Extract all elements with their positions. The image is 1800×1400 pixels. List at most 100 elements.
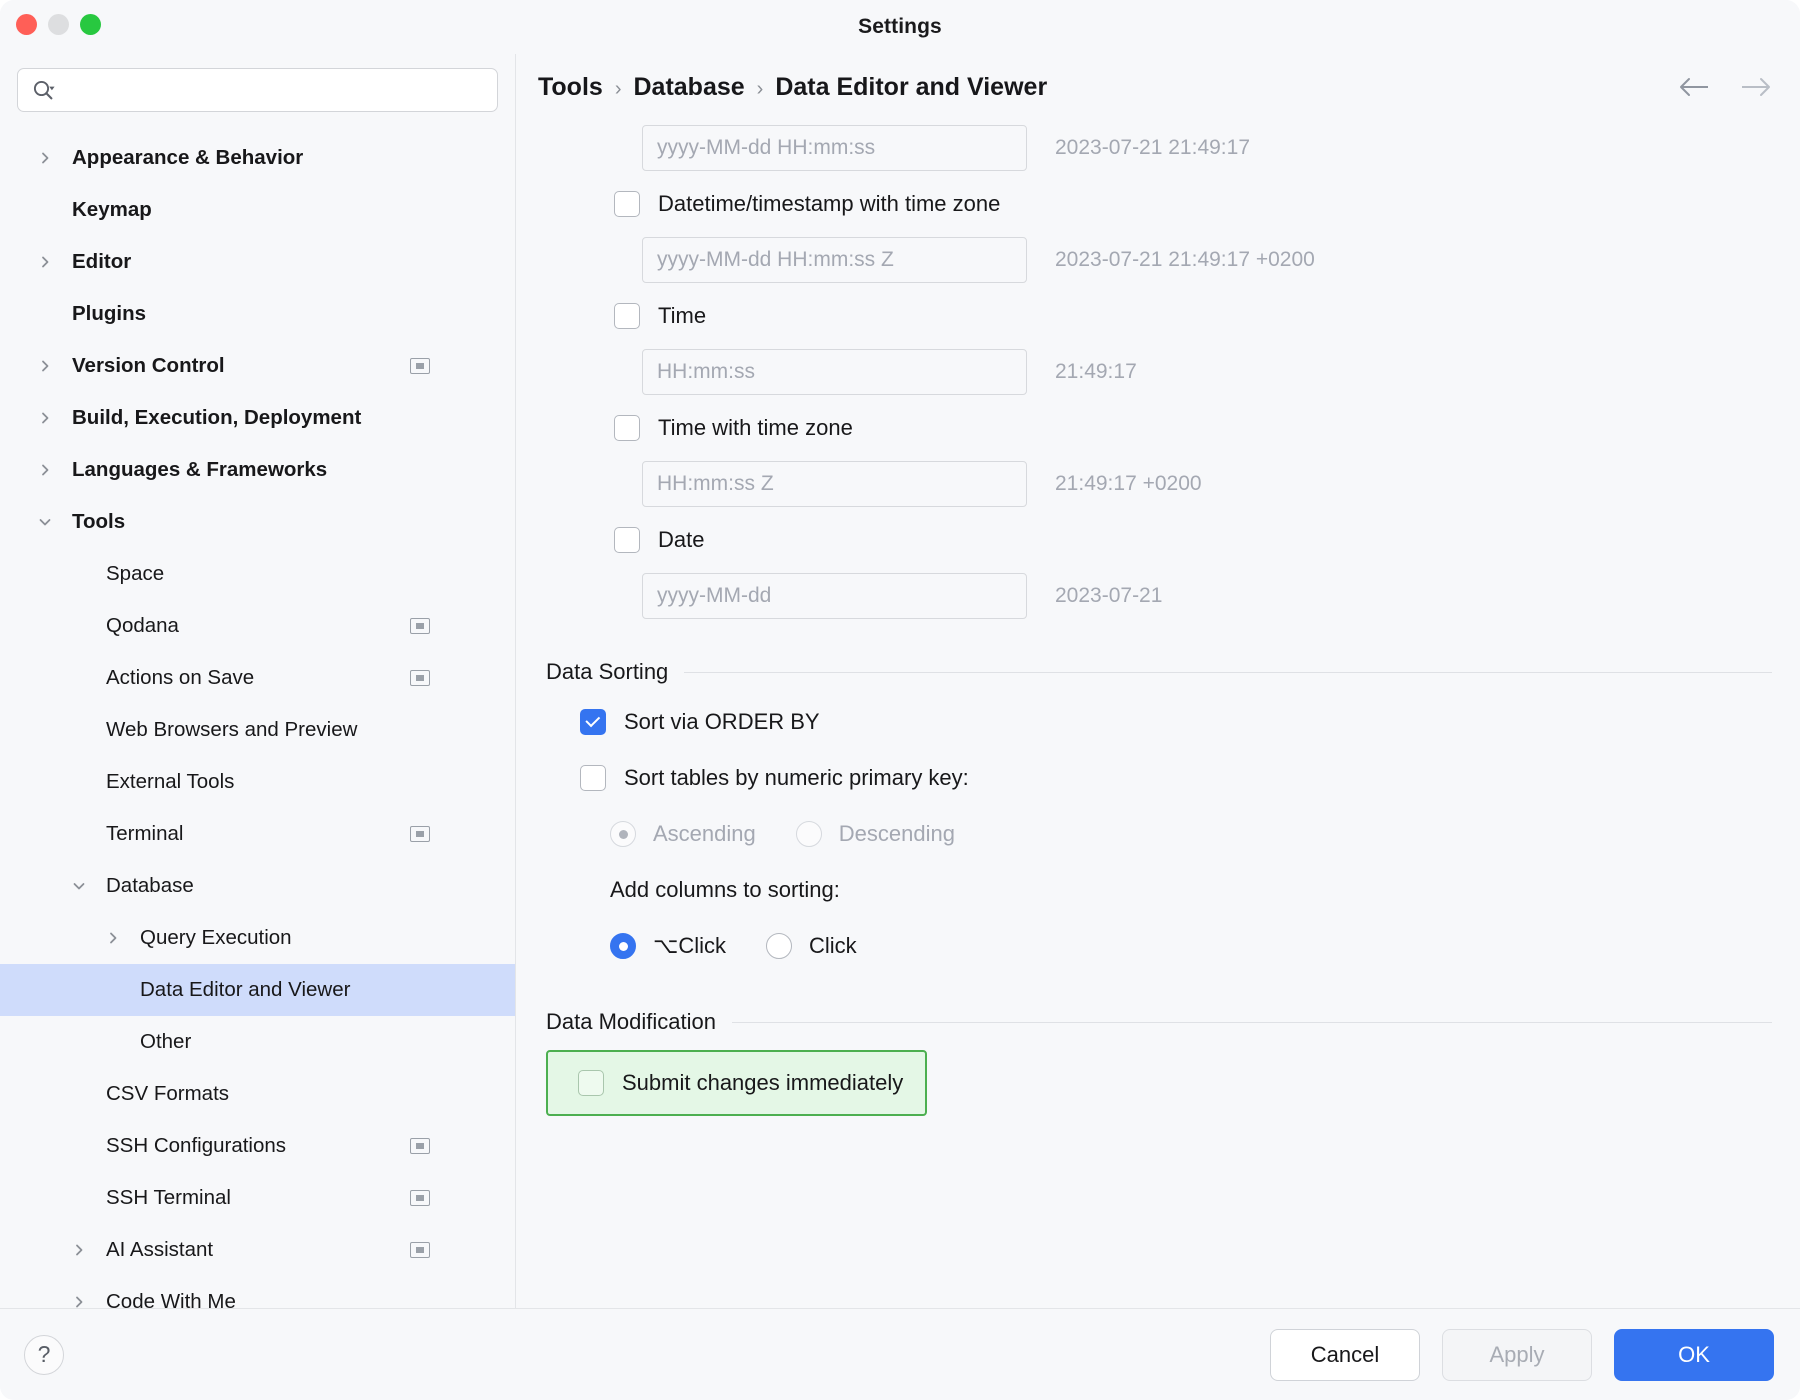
zoom-window-button[interactable]	[80, 14, 101, 35]
time-format-input[interactable]	[657, 360, 1012, 384]
sidebar-item-external-tools[interactable]: External Tools	[0, 756, 515, 808]
checkbox-icon[interactable]	[580, 765, 606, 791]
checkbox-icon[interactable]	[614, 415, 640, 441]
datetime-format-box[interactable]	[642, 125, 1027, 171]
chevron-right-icon[interactable]	[68, 1239, 90, 1261]
sidebar-item-code-with-me[interactable]: Code With Me	[0, 1276, 515, 1308]
sidebar-item-label: Plugins	[72, 302, 146, 326]
project-scope-icon	[410, 1242, 430, 1258]
sidebar-item-appearance-behavior[interactable]: Appearance & Behavior	[0, 132, 515, 184]
sidebar-item-data-editor-and-viewer[interactable]: Data Editor and Viewer	[0, 964, 515, 1016]
checkbox-datetime-with-tz[interactable]: Datetime/timestamp with time zone	[538, 176, 1772, 232]
search-container	[0, 54, 515, 130]
project-scope-icon	[410, 826, 430, 842]
navigation-arrows	[1678, 76, 1772, 98]
arrow-right-icon[interactable]	[1738, 76, 1772, 98]
radio-icon[interactable]	[766, 933, 792, 959]
chevron-right-icon[interactable]	[34, 407, 56, 429]
checkbox-icon[interactable]	[578, 1070, 604, 1096]
checkbox-icon[interactable]	[580, 709, 606, 735]
sidebar-item-ssh-terminal[interactable]: SSH Terminal	[0, 1172, 515, 1224]
section-title: Data Modification	[546, 1009, 716, 1035]
datetime-tz-format-box[interactable]	[642, 237, 1027, 283]
chevron-right-icon[interactable]	[34, 459, 56, 481]
date-format-input[interactable]	[657, 584, 1012, 608]
chevron-down-icon[interactable]	[34, 511, 56, 533]
checkbox-icon[interactable]	[614, 191, 640, 217]
sidebar-item-languages-frameworks[interactable]: Languages & Frameworks	[0, 444, 515, 496]
checkbox-time[interactable]: Time	[538, 288, 1772, 344]
radio-icon[interactable]	[796, 821, 822, 847]
sidebar-item-actions-on-save[interactable]: Actions on Save	[0, 652, 515, 704]
time-format-row: 21:49:17	[538, 344, 1772, 400]
date-format-box[interactable]	[642, 573, 1027, 619]
checkbox-label: Datetime/timestamp with time zone	[658, 191, 1000, 217]
sidebar-item-database[interactable]: Database	[0, 860, 515, 912]
radio-icon[interactable]	[610, 821, 636, 847]
sidebar-item-web-browsers-and-preview[interactable]: Web Browsers and Preview	[0, 704, 515, 756]
sidebar-item-label: Languages & Frameworks	[72, 458, 327, 482]
checkbox-sort-via-order-by[interactable]: Sort via ORDER BY	[538, 694, 1772, 750]
sidebar-item-label: AI Assistant	[106, 1238, 213, 1262]
sidebar-item-ssh-configurations[interactable]: SSH Configurations	[0, 1120, 515, 1172]
radio-alt-click[interactable]: ⌥Click	[610, 933, 726, 959]
settings-content: 2023-07-21 21:49:17 Datetime/timestamp w…	[516, 120, 1800, 1308]
project-scope-icon	[410, 1138, 430, 1154]
sidebar-item-csv-formats[interactable]: CSV Formats	[0, 1068, 515, 1120]
close-window-button[interactable]	[16, 14, 37, 35]
time-tz-format-sample: 21:49:17 +0200	[1055, 472, 1202, 496]
time-tz-format-input[interactable]	[657, 472, 1012, 496]
chevron-right-icon[interactable]	[34, 355, 56, 377]
cancel-button[interactable]: Cancel	[1270, 1329, 1420, 1381]
time-format-sample: 21:49:17	[1055, 360, 1137, 384]
radio-label: Ascending	[653, 821, 756, 847]
radio-icon[interactable]	[610, 933, 636, 959]
checkbox-sort-by-numeric-pk[interactable]: Sort tables by numeric primary key:	[538, 750, 1772, 806]
breadcrumb-item-0[interactable]: Tools	[538, 73, 603, 102]
sidebar-item-label: External Tools	[106, 770, 234, 794]
sidebar-item-label: Space	[106, 562, 164, 586]
search-box[interactable]	[17, 68, 498, 112]
chevron-right-icon[interactable]	[34, 147, 56, 169]
time-format-box[interactable]	[642, 349, 1027, 395]
minimize-window-button[interactable]	[48, 14, 69, 35]
apply-button[interactable]: Apply	[1442, 1329, 1592, 1381]
sidebar-item-terminal[interactable]: Terminal	[0, 808, 515, 860]
checkbox-icon[interactable]	[614, 303, 640, 329]
chevron-right-icon[interactable]	[102, 927, 124, 949]
sidebar-item-query-execution[interactable]: Query Execution	[0, 912, 515, 964]
question-mark-icon[interactable]: ?	[24, 1335, 64, 1375]
settings-window: Settings Appearance & BehaviorKeymapEd	[0, 0, 1800, 1400]
datetime-tz-format-input[interactable]	[657, 248, 1012, 272]
sidebar-item-ai-assistant[interactable]: AI Assistant	[0, 1224, 515, 1276]
arrow-left-icon[interactable]	[1678, 76, 1712, 98]
sidebar-item-tools[interactable]: Tools	[0, 496, 515, 548]
chevron-right-icon[interactable]	[34, 251, 56, 273]
search-input[interactable]	[56, 80, 497, 101]
datetime-format-input[interactable]	[657, 136, 1012, 160]
sidebar-item-qodana[interactable]: Qodana	[0, 600, 515, 652]
sidebar-item-label: CSV Formats	[106, 1082, 229, 1106]
ok-button[interactable]: OK	[1614, 1329, 1774, 1381]
sidebar-item-other[interactable]: Other	[0, 1016, 515, 1068]
checkbox-submit-changes-immediately[interactable]: Submit changes immediately	[546, 1050, 927, 1116]
radio-click[interactable]: Click	[766, 933, 857, 959]
chevron-right-icon[interactable]	[68, 1291, 90, 1308]
breadcrumb-item-1[interactable]: Database	[633, 73, 744, 102]
sidebar-item-build-execution-deployment[interactable]: Build, Execution, Deployment	[0, 392, 515, 444]
checkbox-icon[interactable]	[614, 527, 640, 553]
breadcrumb-separator: ›	[757, 78, 764, 101]
sidebar-item-space[interactable]: Space	[0, 548, 515, 600]
sidebar-item-plugins[interactable]: Plugins	[0, 288, 515, 340]
sidebar-item-keymap[interactable]: Keymap	[0, 184, 515, 236]
time-tz-format-box[interactable]	[642, 461, 1027, 507]
checkbox-time-with-tz[interactable]: Time with time zone	[538, 400, 1772, 456]
radio-descending[interactable]: Descending	[796, 821, 955, 847]
checkbox-date[interactable]: Date	[538, 512, 1772, 568]
chevron-down-icon[interactable]	[68, 875, 90, 897]
sidebar-item-label: Code With Me	[106, 1290, 236, 1308]
sidebar-item-version-control[interactable]: Version Control	[0, 340, 515, 392]
sidebar-item-label: Keymap	[72, 198, 152, 222]
sidebar-item-editor[interactable]: Editor	[0, 236, 515, 288]
radio-ascending[interactable]: Ascending	[610, 821, 756, 847]
